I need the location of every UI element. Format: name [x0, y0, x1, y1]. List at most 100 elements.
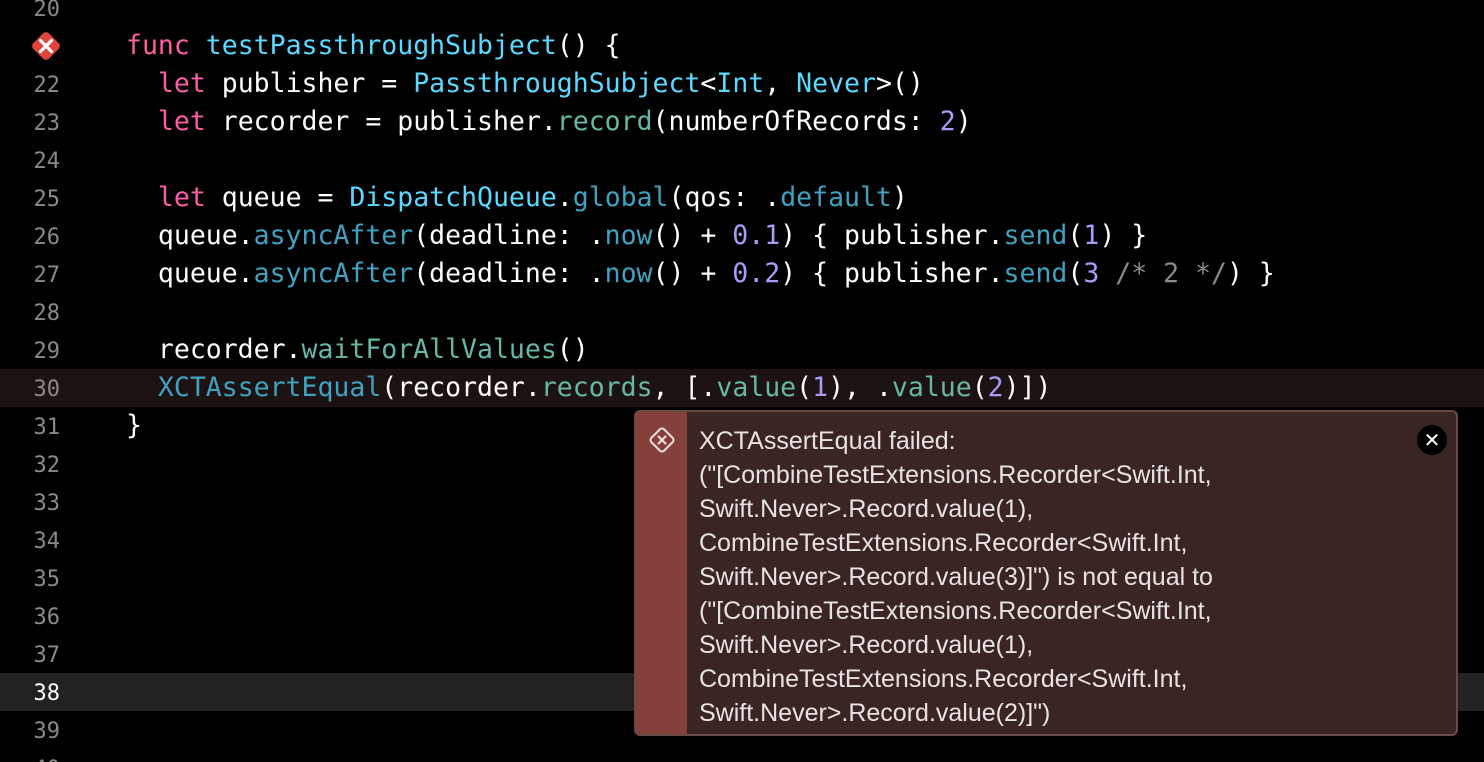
code-token: 0.2	[732, 258, 781, 289]
code-text[interactable]: XCTAssertEqual(recorder.records, [.value…	[126, 369, 1052, 407]
code-token: )])	[1003, 372, 1052, 403]
code-token: let	[157, 182, 206, 213]
line-number: 38	[33, 681, 61, 706]
code-token: let	[157, 68, 206, 99]
line-number: 33	[33, 491, 61, 516]
close-button[interactable]: ✕	[1417, 425, 1447, 455]
code-text[interactable]: recorder.waitForAllValues()	[126, 331, 589, 369]
line-number: 22	[33, 73, 61, 98]
code-line[interactable]: 26 queue.asyncAfter(deadline: .now() + 0…	[0, 217, 1484, 255]
line-number: 25	[33, 187, 61, 212]
code-token: value	[716, 372, 797, 403]
line-number: 37	[33, 643, 61, 668]
code-line[interactable]: 30 XCTAssertEqual(recorder.records, [.va…	[0, 369, 1484, 407]
line-number: 29	[33, 339, 61, 364]
code-token: XCTAssertEqual	[157, 372, 382, 403]
code-token: send	[1003, 220, 1068, 251]
error-message-line: Swift.Never>.Record.value(2)]")	[699, 699, 1051, 727]
code-token: now	[604, 258, 653, 289]
code-editor[interactable]: 20 func testPassthroughSubject() {22 let …	[0, 0, 1484, 762]
line-number: 27	[33, 263, 61, 288]
code-text[interactable]: func testPassthroughSubject() {	[126, 27, 621, 65]
code-text[interactable]: let queue = DispatchQueue.global(qos: .d…	[126, 179, 908, 217]
code-token: recorder.	[126, 334, 302, 365]
code-text[interactable]: }	[126, 407, 142, 445]
code-token: PassthroughSubject	[413, 68, 701, 99]
code-line[interactable]: 28	[0, 293, 1484, 331]
code-token: now	[604, 220, 653, 251]
code-token: >()	[875, 68, 924, 99]
error-popup-strip	[636, 412, 687, 734]
code-token: queue.	[126, 220, 254, 251]
code-text[interactable]: queue.asyncAfter(deadline: .now() + 0.1)…	[126, 217, 1147, 255]
code-line[interactable]: 24	[0, 141, 1484, 179]
code-token: send	[1003, 258, 1068, 289]
code-token: Never	[796, 68, 876, 99]
line-number: 39	[33, 719, 61, 744]
code-token: ) { publisher.	[780, 258, 1004, 289]
code-token: , [.	[652, 372, 717, 403]
code-token: /* 2 */	[1115, 258, 1227, 289]
code-line[interactable]: 29 recorder.waitForAllValues()	[0, 331, 1484, 369]
code-token: 0.1	[732, 220, 781, 251]
code-token: () +	[652, 258, 733, 289]
code-token: (numberOfRecords:	[652, 106, 940, 137]
code-token: recorder = publisher.	[205, 106, 557, 137]
code-token: (deadline: .	[413, 220, 605, 251]
code-line[interactable]: func testPassthroughSubject() {	[0, 27, 1484, 65]
code-token: testPassthroughSubject	[205, 30, 557, 61]
error-message-line: ("[CombineTestExtensions.Recorder<Swift.…	[699, 597, 1212, 625]
code-text[interactable]: let publisher = PassthroughSubject<Int, …	[126, 65, 924, 103]
line-number: 28	[33, 301, 61, 326]
code-token: (recorder.	[381, 372, 541, 403]
code-token: (	[971, 372, 988, 403]
code-token: default	[780, 182, 892, 213]
code-token: waitForAllValues	[301, 334, 557, 365]
error-message-line: XCTAssertEqual failed:	[699, 427, 956, 455]
code-token: asyncAfter	[253, 220, 414, 251]
code-line[interactable]: 20	[0, 0, 1484, 27]
error-icon[interactable]	[28, 28, 64, 64]
code-line[interactable]: 22 let publisher = PassthroughSubject<In…	[0, 65, 1484, 103]
code-token: 3	[1083, 258, 1100, 289]
code-token: queue =	[205, 182, 350, 213]
close-icon: ✕	[1423, 428, 1441, 452]
code-line[interactable]: 40	[0, 749, 1484, 762]
line-number: 36	[33, 605, 61, 630]
error-popup[interactable]: XCTAssertEqual failed: ("[CombineTestExte…	[634, 410, 1458, 736]
code-token: Int	[716, 68, 765, 99]
error-message-line: Swift.Never>.Record.value(1),	[699, 631, 1034, 659]
code-token: (deadline: .	[413, 258, 605, 289]
line-number: 24	[33, 149, 61, 174]
code-token: (	[796, 372, 813, 403]
code-token: 2	[939, 106, 956, 137]
code-token: ) }	[1226, 258, 1275, 289]
code-token: asyncAfter	[253, 258, 414, 289]
code-token: () {	[556, 30, 621, 61]
code-text[interactable]: let recorder = publisher.record(numberOf…	[126, 103, 972, 141]
code-line[interactable]: 23 let recorder = publisher.record(numbe…	[0, 103, 1484, 141]
line-number: 32	[33, 453, 61, 478]
code-token: )	[955, 106, 972, 137]
code-token: DispatchQueue	[349, 182, 557, 213]
line-number: 35	[33, 567, 61, 592]
error-message: XCTAssertEqual failed: ("[CombineTestExte…	[699, 424, 1409, 730]
code-token: ) }	[1099, 220, 1148, 251]
code-line[interactable]: 27 queue.asyncAfter(deadline: .now() + 0…	[0, 255, 1484, 293]
code-token: ()	[556, 334, 589, 365]
code-token: global	[572, 182, 669, 213]
code-token: (	[1067, 220, 1084, 251]
code-token: let	[157, 106, 206, 137]
code-text[interactable]: queue.asyncAfter(deadline: .now() + 0.2)…	[126, 255, 1275, 293]
code-token: 1	[1083, 220, 1100, 251]
code-token: records	[540, 372, 653, 403]
line-number: 34	[33, 529, 61, 554]
code-token: publisher =	[205, 68, 414, 99]
line-number: 23	[33, 111, 61, 136]
code-token: value	[891, 372, 972, 403]
code-line[interactable]: 25 let queue = DispatchQueue.global(qos:…	[0, 179, 1484, 217]
